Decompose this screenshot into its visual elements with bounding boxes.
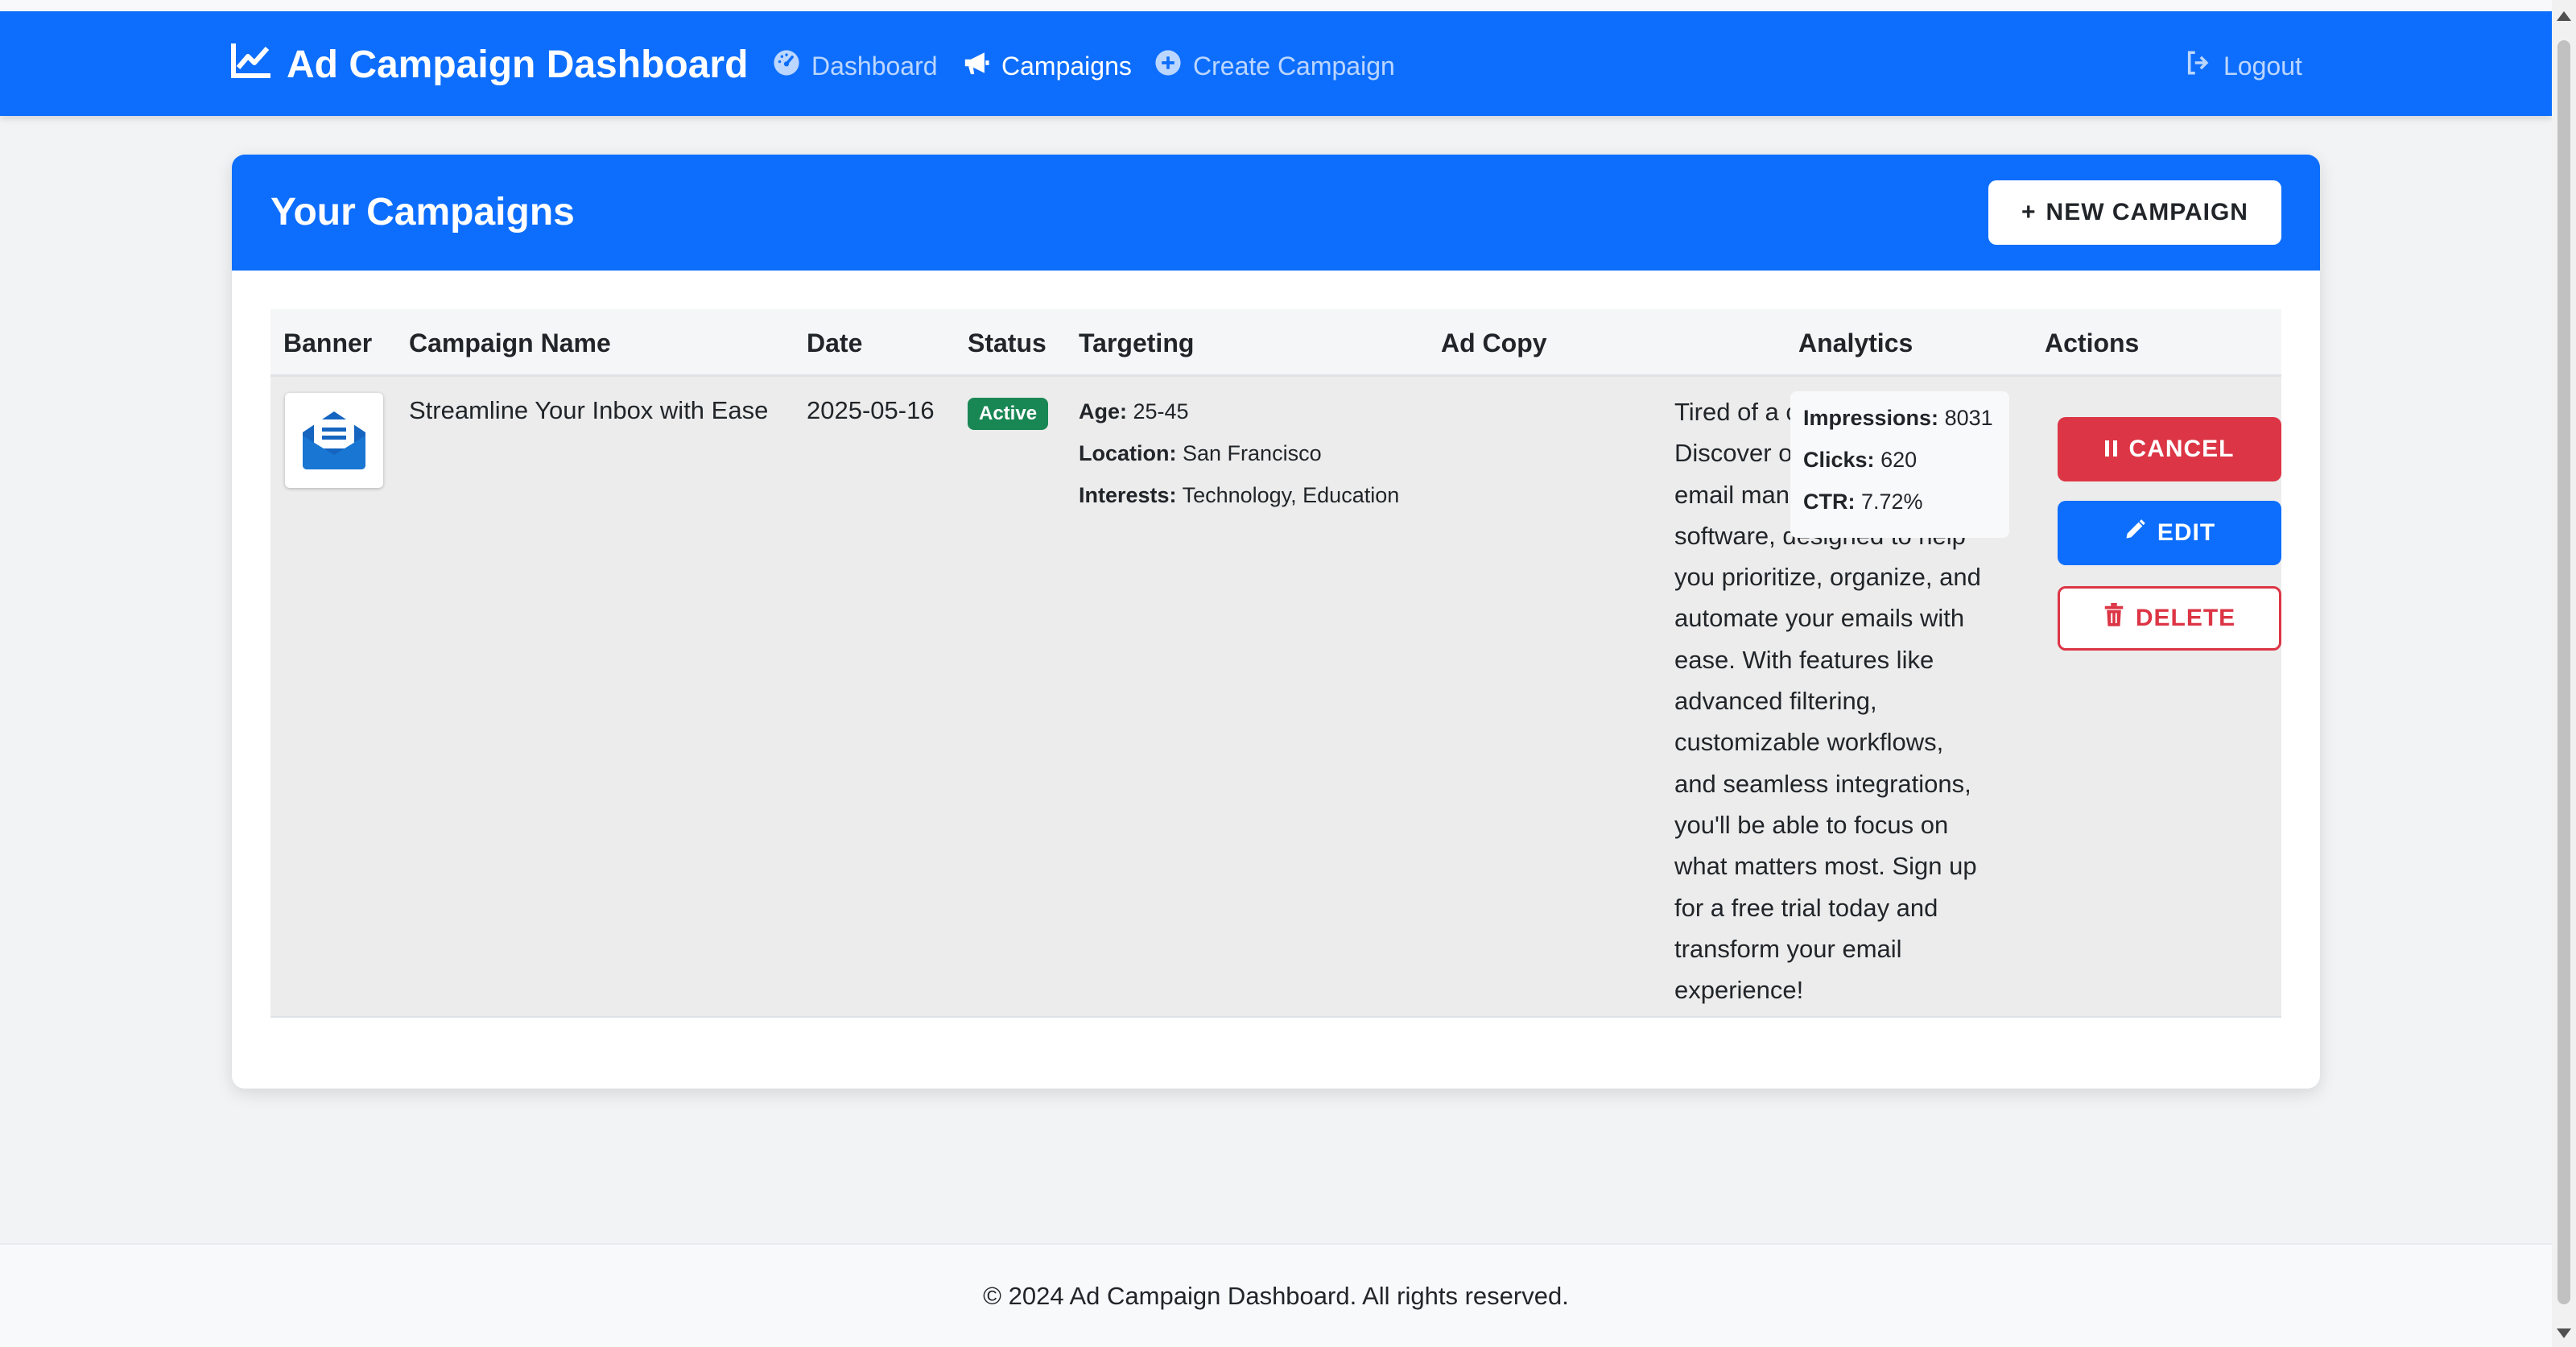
- header-actions: Actions: [2045, 328, 2140, 357]
- top-strip: [0, 0, 2552, 11]
- clicks-label: Clicks:: [1803, 448, 1875, 472]
- delete-button[interactable]: DELETE: [2058, 586, 2281, 651]
- location-value: San Francisco: [1183, 441, 1322, 465]
- campaign-date: 2025-05-16: [807, 396, 935, 424]
- status-badge: Active: [968, 398, 1049, 430]
- envelope-open-icon: [299, 407, 369, 475]
- analytics-impressions: Impressions: 8031: [1803, 406, 1993, 431]
- scroll-up-arrow[interactable]: [2557, 11, 2571, 21]
- analytics-clicks: Clicks: 620: [1803, 448, 1917, 473]
- ad-copy-line: advanced filtering,: [1674, 687, 1877, 716]
- bullhorn-icon: [963, 49, 990, 83]
- ad-copy-line: automate your emails with: [1674, 604, 1965, 633]
- ctr-value: 7.72%: [1861, 490, 1923, 514]
- interests-label: Interests:: [1079, 483, 1177, 507]
- scroll-thumb[interactable]: [2557, 40, 2570, 1304]
- ad-copy-line: and seamless integrations,: [1674, 769, 1971, 798]
- analytics-box: Impressions: 8031 Clicks: 620 CTR: 7.72%: [1790, 391, 2009, 538]
- ad-copy-line: what matters most. Sign up: [1674, 852, 1977, 881]
- interests-value: Technology, Education: [1182, 483, 1400, 507]
- clicks-value: 620: [1880, 448, 1918, 472]
- logout-label: Logout: [2223, 51, 2302, 81]
- edit-label: EDIT: [2157, 519, 2216, 546]
- logout-link[interactable]: Logout: [2185, 47, 2302, 85]
- table-header: Banner Campaign Name Date Status Targeti…: [270, 309, 2281, 377]
- edit-button[interactable]: EDIT: [2058, 501, 2281, 565]
- pause-icon: [2104, 436, 2118, 463]
- targeting-location: Location: San Francisco: [1079, 441, 1322, 466]
- card-header: Your Campaigns + NEW CAMPAIGN: [232, 155, 2320, 271]
- pencil-icon: [2124, 519, 2146, 547]
- header-status: Status: [968, 328, 1046, 357]
- card-title: Your Campaigns: [270, 191, 575, 233]
- new-campaign-label: NEW CAMPAIGN: [2046, 199, 2248, 225]
- nav-label: Create Campaign: [1193, 51, 1395, 81]
- new-campaign-button[interactable]: + NEW CAMPAIGN: [1988, 180, 2281, 245]
- campaigns-card: Your Campaigns + NEW CAMPAIGN Banner Cam…: [232, 155, 2320, 1089]
- scrollbar[interactable]: [2552, 0, 2576, 1347]
- cancel-label: CANCEL: [2128, 436, 2235, 462]
- nav-item-create-campaign[interactable]: Create Campaign: [1154, 47, 1395, 85]
- targeting-age: Age: 25-45: [1079, 399, 1189, 424]
- sign-out-icon: [2185, 49, 2212, 83]
- delete-label: DELETE: [2135, 605, 2236, 631]
- location-label: Location:: [1079, 441, 1177, 465]
- nav-item-dashboard[interactable]: Dashboard: [773, 47, 938, 85]
- ad-copy-line: ease. With features like: [1674, 645, 1934, 674]
- ad-copy-line: you'll be able to focus on: [1674, 810, 1949, 839]
- header-banner: Banner: [283, 328, 373, 357]
- header-campaign-name: Campaign Name: [409, 328, 611, 357]
- ad-copy-line: for a free trial today and: [1674, 893, 1938, 922]
- ctr-label: CTR:: [1803, 490, 1856, 514]
- navbar: Ad Campaign Dashboard Dashboard Campaign…: [0, 11, 2552, 116]
- nav-item-campaigns[interactable]: Campaigns: [963, 47, 1132, 85]
- plus-circle-icon: [1154, 49, 1182, 83]
- header-analytics: Analytics: [1798, 328, 1913, 357]
- ad-copy-line: you prioritize, organize, and: [1674, 563, 1981, 592]
- campaign-banner: [285, 393, 383, 488]
- trash-icon: [2103, 603, 2124, 634]
- header-targeting: Targeting: [1079, 328, 1195, 357]
- impressions-label: Impressions:: [1803, 406, 1939, 430]
- ad-copy-line: customizable workflows,: [1674, 728, 1944, 757]
- header-ad-copy: Ad Copy: [1441, 328, 1547, 357]
- tachometer-icon: [773, 49, 800, 83]
- page: Ad Campaign Dashboard Dashboard Campaign…: [0, 0, 2576, 1347]
- footer: © 2024 Ad Campaign Dashboard. All rights…: [0, 1243, 2552, 1347]
- campaign-name: Streamline Your Inbox with Ease: [409, 396, 769, 424]
- nav-label: Campaigns: [1001, 51, 1132, 81]
- chart-line-icon: [230, 40, 272, 89]
- brand[interactable]: Ad Campaign Dashboard: [230, 40, 748, 89]
- brand-title: Ad Campaign Dashboard: [287, 43, 749, 86]
- ad-copy-line: experience!: [1674, 976, 1804, 1005]
- targeting-interests: Interests: Technology, Education: [1079, 483, 1399, 508]
- ad-copy-line: transform your email: [1674, 934, 1902, 963]
- nav-label: Dashboard: [811, 51, 938, 81]
- impressions-value: 8031: [1944, 406, 1993, 430]
- plus-icon: +: [2021, 199, 2037, 225]
- age-label: Age:: [1079, 399, 1127, 424]
- footer-text: © 2024 Ad Campaign Dashboard. All rights…: [983, 1281, 1569, 1310]
- scroll-down-arrow[interactable]: [2557, 1328, 2571, 1338]
- cancel-button[interactable]: CANCEL: [2058, 417, 2281, 481]
- age-value: 25-45: [1133, 399, 1189, 424]
- table-row: Streamline Your Inbox with Ease 2025-05-…: [270, 377, 2281, 1018]
- analytics-ctr: CTR: 7.72%: [1803, 490, 1923, 514]
- header-date: Date: [807, 328, 863, 357]
